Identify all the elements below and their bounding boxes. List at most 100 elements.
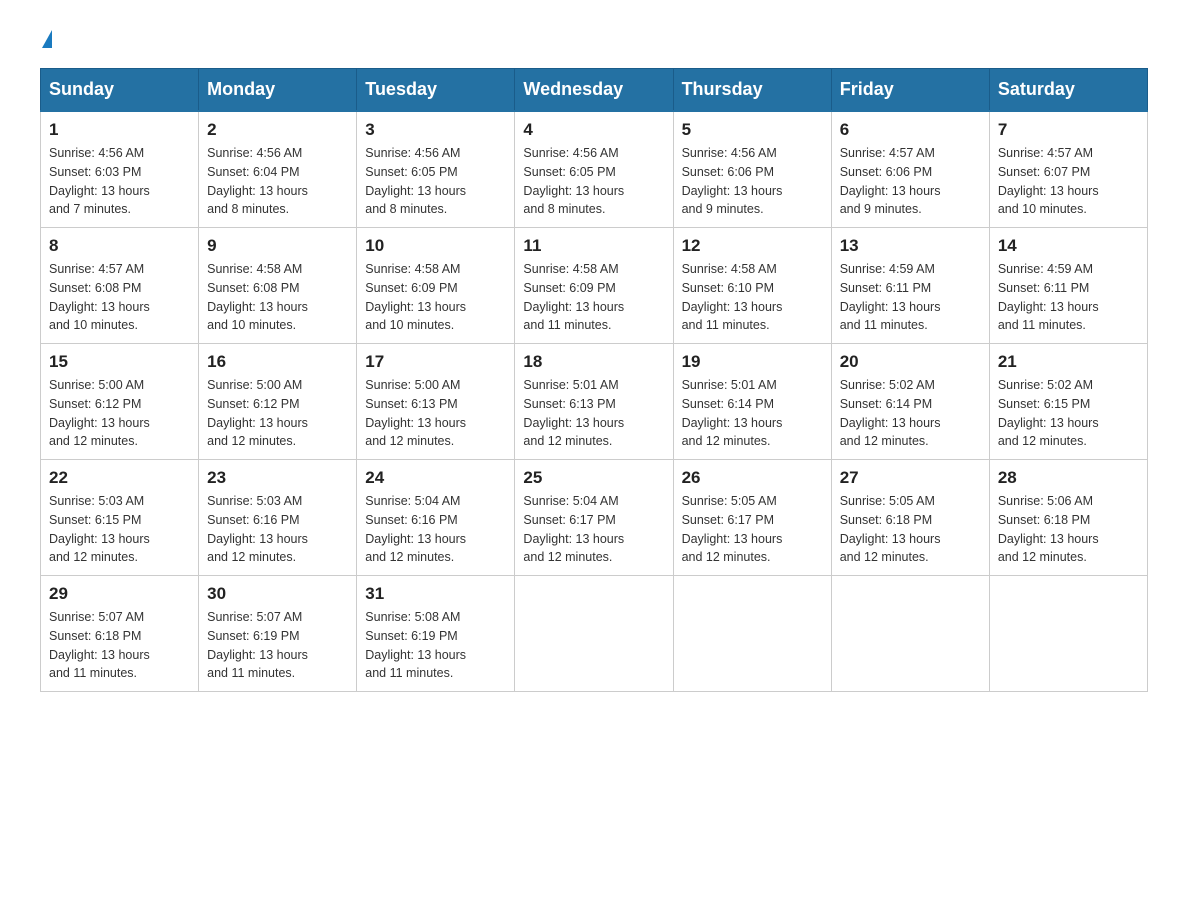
day-info: Sunrise: 5:02 AMSunset: 6:15 PMDaylight:… xyxy=(998,376,1139,451)
day-info: Sunrise: 4:58 AMSunset: 6:09 PMDaylight:… xyxy=(365,260,506,335)
week-row-2: 8 Sunrise: 4:57 AMSunset: 6:08 PMDaylight… xyxy=(41,228,1148,344)
day-info: Sunrise: 5:01 AMSunset: 6:13 PMDaylight:… xyxy=(523,376,664,451)
day-number: 20 xyxy=(840,352,981,372)
calendar-cell: 20 Sunrise: 5:02 AMSunset: 6:14 PMDayligh… xyxy=(831,344,989,460)
day-number: 17 xyxy=(365,352,506,372)
day-number: 6 xyxy=(840,120,981,140)
calendar-cell: 23Sunrise: 5:03 AMSunset: 6:16 PMDayligh… xyxy=(199,460,357,576)
calendar-cell: 3 Sunrise: 4:56 AMSunset: 6:05 PMDaylight… xyxy=(357,111,515,228)
day-number: 23 xyxy=(207,468,348,488)
day-info: Sunrise: 5:00 AMSunset: 6:13 PMDaylight:… xyxy=(365,376,506,451)
day-info: Sunrise: 4:57 AMSunset: 6:06 PMDaylight:… xyxy=(840,144,981,219)
day-info: Sunrise: 4:56 AMSunset: 6:06 PMDaylight:… xyxy=(682,144,823,219)
day-number: 27 xyxy=(840,468,981,488)
calendar-cell: 17 Sunrise: 5:00 AMSunset: 6:13 PMDayligh… xyxy=(357,344,515,460)
day-number: 28 xyxy=(998,468,1139,488)
calendar-cell: 26 Sunrise: 5:05 AMSunset: 6:17 PMDayligh… xyxy=(673,460,831,576)
day-info: Sunrise: 4:57 AMSunset: 6:08 PMDaylight:… xyxy=(49,260,190,335)
calendar-cell: 13 Sunrise: 4:59 AMSunset: 6:11 PMDayligh… xyxy=(831,228,989,344)
calendar-cell: 24 Sunrise: 5:04 AMSunset: 6:16 PMDayligh… xyxy=(357,460,515,576)
header-row: SundayMondayTuesdayWednesdayThursdayFrid… xyxy=(41,69,1148,112)
calendar-cell: 9 Sunrise: 4:58 AMSunset: 6:08 PMDaylight… xyxy=(199,228,357,344)
calendar-cell: 7 Sunrise: 4:57 AMSunset: 6:07 PMDaylight… xyxy=(989,111,1147,228)
day-info: Sunrise: 5:04 AMSunset: 6:17 PMDaylight:… xyxy=(523,492,664,567)
day-info: Sunrise: 4:59 AMSunset: 6:11 PMDaylight:… xyxy=(840,260,981,335)
day-number: 12 xyxy=(682,236,823,256)
day-info: Sunrise: 5:08 AMSunset: 6:19 PMDaylight:… xyxy=(365,608,506,683)
calendar-cell: 27 Sunrise: 5:05 AMSunset: 6:18 PMDayligh… xyxy=(831,460,989,576)
day-number: 3 xyxy=(365,120,506,140)
calendar-cell: 12 Sunrise: 4:58 AMSunset: 6:10 PMDayligh… xyxy=(673,228,831,344)
day-info: Sunrise: 5:06 AMSunset: 6:18 PMDaylight:… xyxy=(998,492,1139,567)
day-info: Sunrise: 5:03 AMSunset: 6:15 PMDaylight:… xyxy=(49,492,190,567)
day-info: Sunrise: 4:56 AMSunset: 6:04 PMDaylight:… xyxy=(207,144,348,219)
calendar-cell: 22Sunrise: 5:03 AMSunset: 6:15 PMDayligh… xyxy=(41,460,199,576)
day-info: Sunrise: 4:59 AMSunset: 6:11 PMDaylight:… xyxy=(998,260,1139,335)
calendar-cell: 1Sunrise: 4:56 AMSunset: 6:03 PMDaylight… xyxy=(41,111,199,228)
calendar-cell xyxy=(515,576,673,692)
day-number: 26 xyxy=(682,468,823,488)
day-number: 5 xyxy=(682,120,823,140)
day-info: Sunrise: 5:00 AMSunset: 6:12 PMDaylight:… xyxy=(207,376,348,451)
header-friday: Friday xyxy=(831,69,989,112)
day-info: Sunrise: 5:02 AMSunset: 6:14 PMDaylight:… xyxy=(840,376,981,451)
day-number: 30 xyxy=(207,584,348,604)
day-info: Sunrise: 5:01 AMSunset: 6:14 PMDaylight:… xyxy=(682,376,823,451)
day-number: 4 xyxy=(523,120,664,140)
day-info: Sunrise: 4:58 AMSunset: 6:08 PMDaylight:… xyxy=(207,260,348,335)
calendar-cell xyxy=(989,576,1147,692)
calendar-cell: 4 Sunrise: 4:56 AMSunset: 6:05 PMDaylight… xyxy=(515,111,673,228)
day-number: 9 xyxy=(207,236,348,256)
day-number: 18 xyxy=(523,352,664,372)
week-row-1: 1Sunrise: 4:56 AMSunset: 6:03 PMDaylight… xyxy=(41,111,1148,228)
day-info: Sunrise: 4:58 AMSunset: 6:10 PMDaylight:… xyxy=(682,260,823,335)
day-number: 24 xyxy=(365,468,506,488)
day-number: 31 xyxy=(365,584,506,604)
day-number: 14 xyxy=(998,236,1139,256)
day-info: Sunrise: 5:04 AMSunset: 6:16 PMDaylight:… xyxy=(365,492,506,567)
header-tuesday: Tuesday xyxy=(357,69,515,112)
calendar-cell: 29Sunrise: 5:07 AMSunset: 6:18 PMDayligh… xyxy=(41,576,199,692)
calendar-cell: 30 Sunrise: 5:07 AMSunset: 6:19 PMDayligh… xyxy=(199,576,357,692)
calendar-cell: 10Sunrise: 4:58 AMSunset: 6:09 PMDayligh… xyxy=(357,228,515,344)
calendar-cell: 18 Sunrise: 5:01 AMSunset: 6:13 PMDayligh… xyxy=(515,344,673,460)
calendar-cell: 15Sunrise: 5:00 AMSunset: 6:12 PMDayligh… xyxy=(41,344,199,460)
day-number: 8 xyxy=(49,236,190,256)
page-header xyxy=(40,30,1148,48)
day-number: 16 xyxy=(207,352,348,372)
day-info: Sunrise: 5:05 AMSunset: 6:18 PMDaylight:… xyxy=(840,492,981,567)
calendar-cell xyxy=(673,576,831,692)
week-row-4: 22Sunrise: 5:03 AMSunset: 6:15 PMDayligh… xyxy=(41,460,1148,576)
day-number: 25 xyxy=(523,468,664,488)
day-number: 29 xyxy=(49,584,190,604)
calendar-cell: 21 Sunrise: 5:02 AMSunset: 6:15 PMDayligh… xyxy=(989,344,1147,460)
day-info: Sunrise: 5:05 AMSunset: 6:17 PMDaylight:… xyxy=(682,492,823,567)
calendar-cell: 31 Sunrise: 5:08 AMSunset: 6:19 PMDayligh… xyxy=(357,576,515,692)
calendar-cell: 11 Sunrise: 4:58 AMSunset: 6:09 PMDayligh… xyxy=(515,228,673,344)
day-number: 13 xyxy=(840,236,981,256)
calendar-cell: 6 Sunrise: 4:57 AMSunset: 6:06 PMDaylight… xyxy=(831,111,989,228)
day-info: Sunrise: 4:56 AMSunset: 6:05 PMDaylight:… xyxy=(365,144,506,219)
logo-triangle-icon xyxy=(42,30,52,48)
header-thursday: Thursday xyxy=(673,69,831,112)
day-number: 21 xyxy=(998,352,1139,372)
calendar-cell: 19Sunrise: 5:01 AMSunset: 6:14 PMDayligh… xyxy=(673,344,831,460)
day-info: Sunrise: 4:56 AMSunset: 6:05 PMDaylight:… xyxy=(523,144,664,219)
calendar-table: SundayMondayTuesdayWednesdayThursdayFrid… xyxy=(40,68,1148,692)
calendar-cell: 8 Sunrise: 4:57 AMSunset: 6:08 PMDaylight… xyxy=(41,228,199,344)
calendar-cell: 2 Sunrise: 4:56 AMSunset: 6:04 PMDaylight… xyxy=(199,111,357,228)
day-info: Sunrise: 5:07 AMSunset: 6:19 PMDaylight:… xyxy=(207,608,348,683)
day-info: Sunrise: 4:58 AMSunset: 6:09 PMDaylight:… xyxy=(523,260,664,335)
day-info: Sunrise: 5:00 AMSunset: 6:12 PMDaylight:… xyxy=(49,376,190,451)
calendar-cell: 16 Sunrise: 5:00 AMSunset: 6:12 PMDayligh… xyxy=(199,344,357,460)
calendar-cell: 14 Sunrise: 4:59 AMSunset: 6:11 PMDayligh… xyxy=(989,228,1147,344)
week-row-5: 29Sunrise: 5:07 AMSunset: 6:18 PMDayligh… xyxy=(41,576,1148,692)
day-number: 2 xyxy=(207,120,348,140)
calendar-cell: 5 Sunrise: 4:56 AMSunset: 6:06 PMDaylight… xyxy=(673,111,831,228)
day-number: 11 xyxy=(523,236,664,256)
header-sunday: Sunday xyxy=(41,69,199,112)
logo xyxy=(40,30,52,48)
day-number: 7 xyxy=(998,120,1139,140)
calendar-cell: 28 Sunrise: 5:06 AMSunset: 6:18 PMDayligh… xyxy=(989,460,1147,576)
day-info: Sunrise: 4:57 AMSunset: 6:07 PMDaylight:… xyxy=(998,144,1139,219)
